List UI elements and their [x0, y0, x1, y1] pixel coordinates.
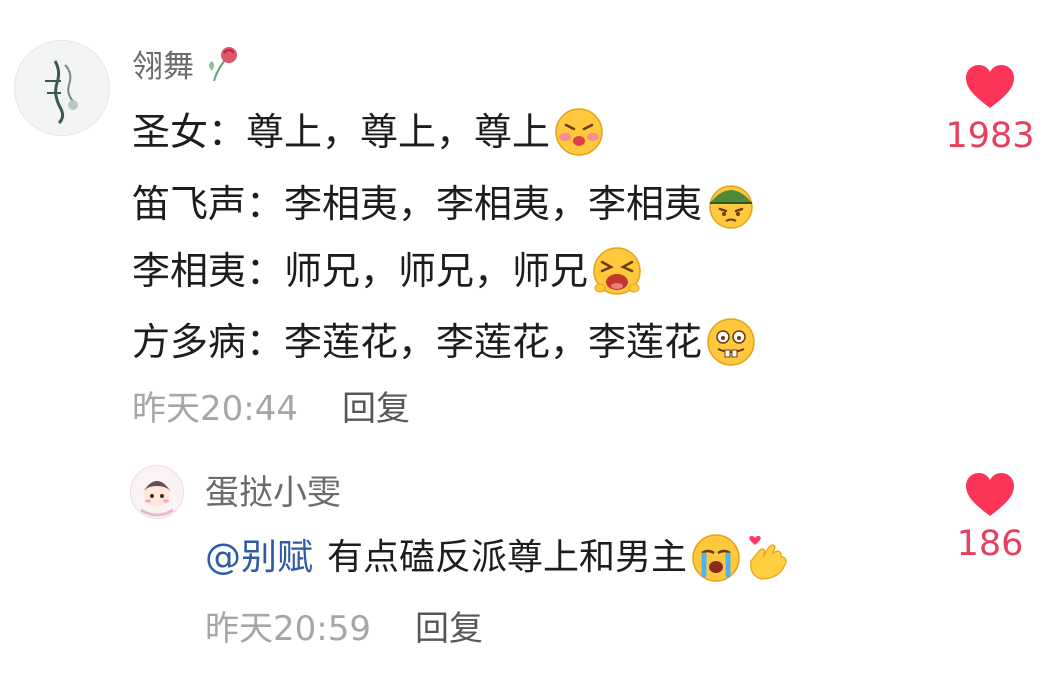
like-count: 186	[956, 524, 1024, 564]
soldier-emoji-icon	[709, 185, 753, 229]
like-count: 1983	[945, 116, 1035, 156]
crying-loud-emoji-icon	[593, 247, 641, 295]
like-button[interactable]: 186	[930, 472, 1050, 566]
buckteeth-emoji-icon	[707, 318, 755, 366]
like-button[interactable]: 1983	[940, 64, 1040, 158]
timestamp: 昨天20:59	[205, 609, 371, 649]
kiss-emoji-icon	[555, 108, 603, 156]
reply-button[interactable]: 回复	[342, 384, 410, 434]
reply-meta: 昨天20:59 回复	[205, 604, 483, 654]
heart-like-icon	[966, 473, 1014, 516]
sob-emoji-icon	[692, 534, 740, 582]
finger-heart-icon	[749, 535, 787, 580]
timestamp: 昨天20:44	[132, 389, 298, 429]
comment-meta: 昨天20:44 回复	[132, 384, 410, 434]
rose-icon	[208, 47, 237, 82]
reply-button[interactable]: 回复	[415, 604, 483, 654]
comment-line: 方多病：李莲花，李莲花，李莲花	[132, 314, 756, 370]
reply-author[interactable]: 蛋挞小雯	[205, 468, 341, 518]
comment-line: 笛飞声：李相夷，李相夷，李相夷	[132, 176, 756, 232]
avatar[interactable]	[130, 465, 184, 519]
reply-content: @别赋 有点磕反派尊上和男主	[205, 530, 787, 586]
heart-like-icon	[966, 65, 1014, 108]
comment-author[interactable]: 翎舞	[132, 42, 240, 92]
comment-line: 李相夷：师兄，师兄，师兄	[132, 243, 642, 299]
mention-link[interactable]: @别赋	[205, 530, 313, 586]
avatar[interactable]	[14, 40, 110, 136]
comment-line: 圣女：尊上，尊上，尊上	[132, 104, 604, 160]
